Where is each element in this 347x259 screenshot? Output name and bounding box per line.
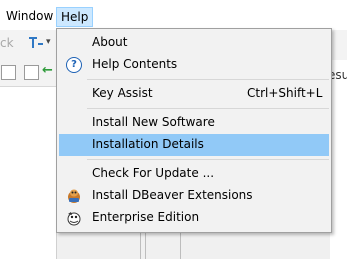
help-menu: About ? Help Contents Key Assist Ctrl+Sh…: [56, 28, 332, 233]
menu-separator: [87, 159, 329, 160]
enterprise-edition-icon: [66, 210, 82, 226]
menu-help[interactable]: Help: [56, 7, 94, 27]
divider: [140, 232, 141, 259]
menu-item-label: Install DBeaver Extensions: [92, 188, 253, 202]
menu-separator: [87, 79, 329, 80]
divider: [145, 232, 146, 259]
right-panel: [330, 60, 347, 259]
help-icon: ?: [66, 57, 82, 73]
menu-item-shortcut: Ctrl+Shift+L: [247, 86, 323, 100]
toolbar-box-icon[interactable]: [1, 65, 16, 80]
menu-item-label: Check For Update ...: [92, 166, 215, 180]
menu-item-help-contents[interactable]: ? Help Contents: [59, 54, 329, 76]
left-panel: [0, 87, 57, 259]
toolbar-partial-label: ck: [0, 36, 14, 50]
menu-separator: [87, 108, 329, 109]
menubar: Window Help: [0, 0, 347, 30]
menu-item-label: About: [92, 35, 128, 49]
menu-item-label: Help Contents: [92, 57, 178, 71]
menu-item-label: Enterprise Edition: [92, 210, 200, 224]
menu-window[interactable]: Window: [2, 6, 57, 26]
divider: [180, 232, 181, 259]
sql-editor-icon[interactable]: [28, 35, 44, 55]
menu-item-label: Key Assist: [92, 86, 153, 100]
menu-item-label: Install New Software: [92, 115, 215, 129]
dbeaver-extensions-icon: [66, 188, 82, 204]
menu-item-about[interactable]: About: [59, 32, 329, 54]
menu-item-installation-details[interactable]: Installation Details: [59, 134, 329, 156]
menu-item-install-new-software[interactable]: Install New Software: [59, 112, 329, 134]
menu-item-enterprise-edition[interactable]: Enterprise Edition: [59, 207, 329, 229]
menu-item-label: Installation Details: [92, 137, 204, 151]
menu-item-install-dbeaver-extensions[interactable]: Install DBeaver Extensions: [59, 185, 329, 207]
menu-item-key-assist[interactable]: Key Assist Ctrl+Shift+L: [59, 83, 329, 105]
menu-item-check-for-update[interactable]: Check For Update ...: [59, 163, 329, 185]
back-arrow-icon[interactable]: ←: [42, 63, 53, 78]
help-icon-glyph: ?: [66, 57, 82, 73]
toolbar-list-icon[interactable]: [24, 65, 39, 80]
toolbar-dropdown-icon[interactable]: ▾: [46, 37, 51, 47]
